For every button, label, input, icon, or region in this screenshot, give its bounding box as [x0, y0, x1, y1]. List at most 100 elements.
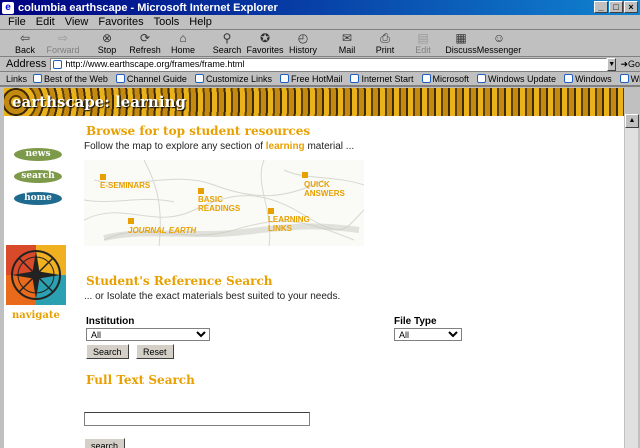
search-button[interactable]: Search: [86, 344, 129, 359]
go-button[interactable]: ➜Go: [620, 59, 640, 70]
address-url: http://www.earthscape.org/frames/frame.h…: [65, 58, 245, 69]
filetype-select[interactable]: All: [394, 328, 462, 341]
link-channel-guide[interactable]: Channel Guide: [115, 73, 187, 84]
menu-edit[interactable]: Edit: [36, 16, 55, 28]
home-button[interactable]: ⌂ Home: [164, 31, 202, 55]
link-page-icon: [619, 74, 629, 83]
learning-map: E-SEMINARS BASIC READINGS QUICK ANSWERS …: [83, 159, 365, 247]
browse-text: Follow the map to explore any section of…: [84, 141, 354, 152]
map-marker-quick: [302, 172, 308, 178]
reference-heading: Student's Reference Search: [86, 274, 273, 288]
toolbar-label: Print: [375, 45, 395, 55]
refresh-button[interactable]: ⟳ Refresh: [126, 31, 164, 55]
menu-bar: File Edit View Favorites Tools Help: [0, 15, 640, 30]
print-button[interactable]: ⎙ Print: [366, 31, 404, 55]
page-icon: [53, 59, 63, 69]
history-button[interactable]: ◴ History: [284, 31, 322, 55]
address-dropdown-button[interactable]: ▼: [606, 57, 617, 71]
institution-label: Institution: [86, 316, 135, 327]
browse-text-before: Follow the map to explore any section of: [84, 141, 266, 152]
link-label: Channel Guide: [126, 73, 187, 84]
toolbar-label: Refresh: [129, 45, 161, 55]
toolbar-label: Favorites: [246, 45, 284, 55]
menu-help[interactable]: Help: [189, 16, 212, 28]
institution-select[interactable]: All: [86, 328, 210, 341]
link-label: Customize Links: [205, 73, 272, 84]
vertical-scrollbar[interactable]: ▲: [624, 114, 639, 448]
link-label: Free HotMail: [290, 73, 343, 84]
ie-logo-icon: e: [2, 1, 14, 14]
navigate-compass-icon[interactable]: [6, 245, 66, 305]
window-title: columbia earthscape - Microsoft Internet…: [18, 1, 278, 14]
favorites-button[interactable]: ✪ Favorites: [246, 31, 284, 55]
map-marker-eseminars: [100, 174, 106, 180]
maximize-button[interactable]: □: [609, 1, 623, 13]
link-label: Windows Media: [630, 73, 640, 84]
link-label: Windows: [575, 73, 612, 84]
browse-text-after: material ...: [304, 141, 355, 152]
search-nav-button[interactable]: search: [14, 170, 62, 183]
link-page-icon: [477, 74, 487, 83]
fulltext-search-input[interactable]: [84, 412, 310, 426]
link-best-of-the-web[interactable]: Best of the Web: [33, 74, 108, 84]
banner: earthscape: learning: [4, 88, 624, 116]
edit-button[interactable]: ▤ Edit: [404, 31, 442, 55]
menu-view[interactable]: View: [65, 16, 89, 28]
history-icon: ◴: [297, 31, 309, 45]
news-nav-button[interactable]: news: [14, 148, 62, 161]
mail-button[interactable]: ✉ Mail: [328, 31, 366, 55]
menu-favorites[interactable]: Favorites: [98, 16, 143, 28]
link-windows[interactable]: Windows: [564, 74, 612, 84]
browse-highlight: learning: [265, 141, 305, 152]
map-marker-journal: [128, 218, 134, 224]
browse-heading: Browse for top student resources: [86, 124, 311, 138]
map-link-journal-earth[interactable]: JOURNAL EARTH: [128, 226, 196, 235]
link-internet-start[interactable]: Internet Start: [350, 73, 414, 84]
link-page-icon: [279, 74, 289, 83]
link-free-hotmail[interactable]: Free HotMail: [279, 73, 343, 84]
map-link-basic-readings[interactable]: BASIC READINGS: [198, 195, 242, 213]
menu-file[interactable]: File: [8, 16, 26, 28]
reset-button[interactable]: Reset: [136, 344, 174, 359]
address-input[interactable]: http://www.earthscape.org/frames/frame.h…: [50, 57, 607, 71]
link-label: Internet Start: [361, 73, 414, 84]
map-link-quick-answers[interactable]: QUICK ANSWERS: [304, 180, 348, 198]
page-content: earthscape: learning news search home na…: [4, 88, 624, 448]
go-label: Go: [627, 58, 640, 69]
stop-button[interactable]: ⊗ Stop: [88, 31, 126, 55]
link-page-icon: [564, 74, 574, 83]
toolbar-label: Messenger: [476, 45, 522, 55]
toolbar-label: Mail: [338, 45, 356, 55]
toolbar: ⇦ Back ⇨ Forward ⊗ Stop ⟳ Refresh ⌂ Home ⚲ Search ✪ F…: [0, 31, 640, 57]
forward-button[interactable]: ⇨ Forward: [44, 31, 82, 55]
map-link-eseminars[interactable]: E-SEMINARS: [100, 181, 150, 190]
address-bar: Address http://www.earthscape.org/frames…: [0, 57, 640, 72]
map-link-learning-links[interactable]: LEARNING LINKS: [268, 215, 312, 233]
link-windows-update[interactable]: Windows Update: [477, 74, 556, 84]
minimize-button[interactable]: _: [594, 1, 608, 13]
back-button[interactable]: ⇦ Back: [6, 31, 44, 55]
messenger-button[interactable]: ☺ Messenger: [477, 31, 522, 55]
scroll-up-button[interactable]: ▲: [625, 114, 639, 128]
stop-icon: ⊗: [101, 31, 113, 45]
map-marker-basic: [198, 188, 204, 194]
link-microsoft[interactable]: Microsoft: [421, 74, 469, 84]
navigate-label[interactable]: navigate: [12, 310, 60, 321]
refresh-icon: ⟳: [139, 31, 151, 45]
search-button[interactable]: ⚲ Search: [208, 31, 246, 55]
toolbar-label: Back: [14, 45, 35, 55]
link-page-icon: [33, 74, 43, 83]
home-nav-button[interactable]: home: [14, 192, 62, 205]
fulltext-search-button[interactable]: search: [84, 438, 126, 448]
toolbar-label: History: [288, 45, 317, 55]
edit-icon: ▤: [417, 31, 429, 45]
banner-title: earthscape: learning: [12, 93, 186, 111]
close-button[interactable]: ×: [624, 1, 638, 13]
link-windows-media[interactable]: Windows Media: [619, 73, 640, 84]
title-bar: e columbia earthscape - Microsoft Intern…: [0, 0, 640, 15]
discuss-icon: ▦: [455, 31, 467, 45]
menu-tools[interactable]: Tools: [154, 16, 180, 28]
search-icon: ⚲: [222, 31, 232, 45]
link-customize-links[interactable]: Customize Links: [194, 73, 272, 84]
discuss-button[interactable]: ▦ Discuss: [442, 31, 480, 55]
